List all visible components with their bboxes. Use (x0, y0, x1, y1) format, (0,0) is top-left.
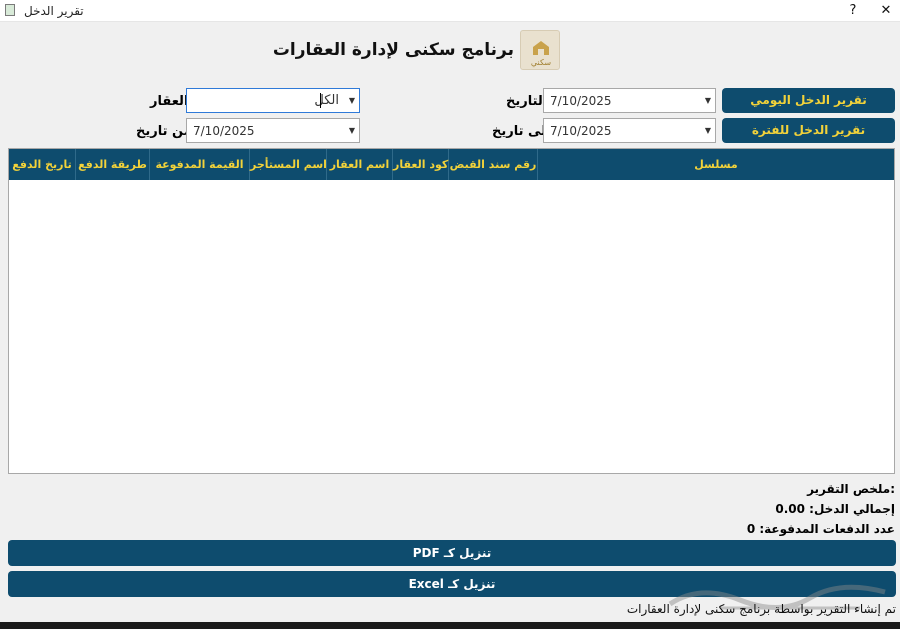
app-icon (5, 4, 15, 16)
column-header-property-code[interactable]: كود العقار (392, 149, 448, 180)
column-header-tenant-name[interactable]: اسم المستأجر (249, 149, 327, 180)
window-titlebar: تقرير الدخل ? ✕ (0, 0, 900, 22)
table-header: مسلسل رقم سند القبض كود العقار اسم العقا… (9, 149, 894, 180)
bottom-strip (0, 622, 900, 629)
help-button[interactable]: ? (843, 2, 863, 20)
summary-title: ملخص التقرير: (807, 482, 895, 496)
column-header-payment-date[interactable]: تاريخ الدفع (9, 149, 75, 180)
column-header-payment-method[interactable]: طريقة الدفع (75, 149, 149, 180)
daily-report-label: تقرير الدخل اليومي (750, 93, 867, 107)
period-report-label: تقرير الدخل للفترة (751, 123, 866, 137)
property-value: الكل (314, 93, 339, 108)
app-header: برنامج سكنى لإدارة العقارات سكني (0, 28, 900, 72)
column-header-serial[interactable]: مسلسل (537, 149, 894, 180)
download-excel-label: Excel تنزيل كـ (408, 577, 496, 591)
download-pdf-button[interactable]: PDF تنزيل كـ (8, 540, 896, 566)
total-income: إجمالي الدخل: 0.00 (775, 502, 895, 516)
window-title: تقرير الدخل (24, 4, 84, 18)
property-select[interactable]: الكل ▼ (186, 88, 360, 113)
date-value: 7/10/2025 (550, 94, 612, 108)
date-picker[interactable]: 7/10/2025 ▼ (543, 88, 716, 113)
from-date-picker[interactable]: 7/10/2025 ▼ (186, 118, 360, 143)
to-date-picker[interactable]: 7/10/2025 ▼ (543, 118, 716, 143)
text-caret (320, 93, 321, 108)
app-title: برنامج سكنى لإدارة العقارات (272, 40, 514, 60)
column-header-property-name[interactable]: اسم العقار (326, 149, 392, 180)
footer-generated-by: تم إنشاء التقرير بواسطة برنامج سكنى لإدا… (626, 602, 896, 616)
chevron-down-icon[interactable]: ▼ (345, 89, 359, 112)
column-header-amount-paid[interactable]: القيمة المدفوعة (149, 149, 249, 180)
close-button[interactable]: ✕ (876, 2, 896, 20)
chevron-down-icon[interactable]: ▼ (701, 119, 715, 142)
payments-count: عدد الدفعات المدفوعة: 0 (746, 522, 895, 536)
period-report-button[interactable]: تقرير الدخل للفترة (722, 118, 895, 143)
download-pdf-label: PDF تنزيل كـ (412, 546, 492, 560)
to-date-value: 7/10/2025 (550, 124, 612, 138)
window-title-area: تقرير الدخل (0, 0, 900, 22)
from-date-value: 7/10/2025 (193, 124, 255, 138)
income-table[interactable]: مسلسل رقم سند القبض كود العقار اسم العقا… (8, 148, 895, 474)
chevron-down-icon[interactable]: ▼ (345, 119, 359, 142)
logo-icon: سكني (531, 41, 552, 67)
chevron-down-icon[interactable]: ▼ (701, 89, 715, 112)
daily-report-button[interactable]: تقرير الدخل اليومي (722, 88, 895, 113)
svg-text:سكني: سكني (531, 58, 552, 67)
column-header-receipt-number[interactable]: رقم سند القبض (448, 149, 537, 180)
app-logo: سكني (520, 30, 560, 70)
